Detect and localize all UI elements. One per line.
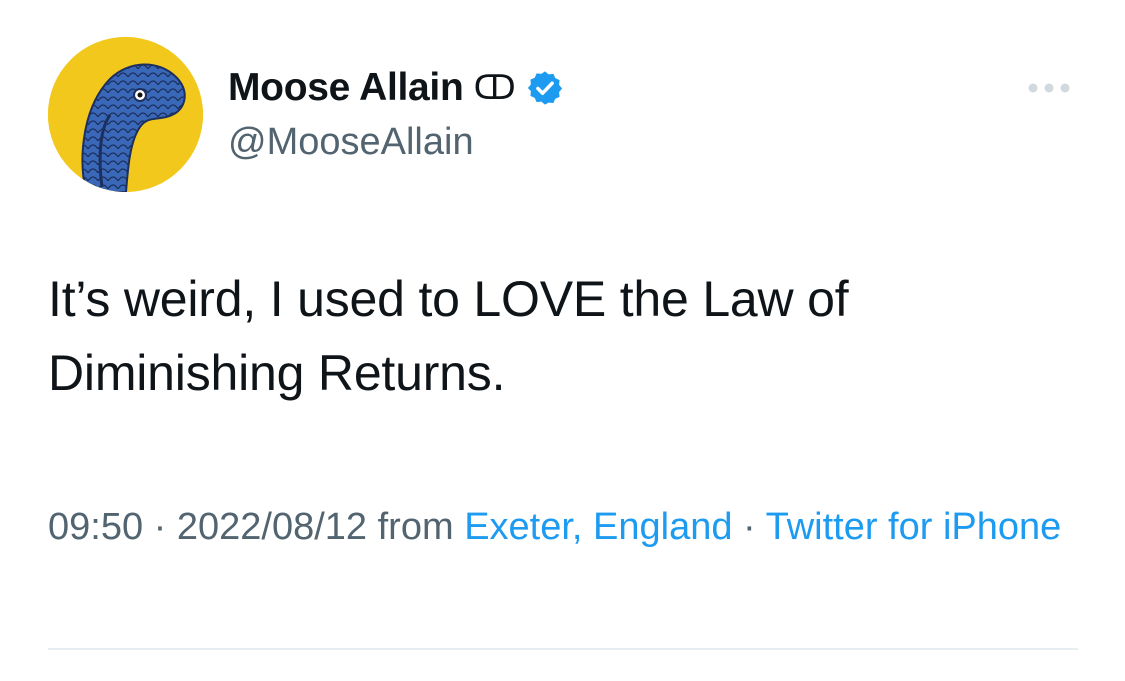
- name-glyphs: ↀ: [473, 68, 516, 108]
- tweet-text: It’s weird, I used to LOVE the Law of Di…: [48, 271, 849, 401]
- divider: [48, 648, 1078, 650]
- meta-separator: ·: [143, 506, 177, 548]
- more-horizontal-icon[interactable]: [1024, 76, 1074, 100]
- tweet-header: Moose Allain ↀ @MooseAllain: [228, 62, 564, 170]
- tweet-card: Moose Allain ↀ @MooseAllain It’s weird, …: [0, 0, 1125, 681]
- verified-badge-icon: [527, 71, 562, 105]
- avatar[interactable]: [48, 37, 203, 192]
- handle[interactable]: @MooseAllain: [228, 114, 564, 170]
- name-row: Moose Allain ↀ: [228, 62, 564, 114]
- from-label: from: [367, 506, 465, 548]
- meta-separator: ·: [732, 506, 766, 548]
- location-link[interactable]: Exeter, England: [464, 506, 732, 548]
- tweet-date[interactable]: 2022/08/12: [177, 506, 367, 548]
- bird-avatar-icon: [48, 37, 203, 192]
- tweet-time[interactable]: 09:50: [48, 506, 143, 548]
- tweet-meta: 09:50 · 2022/08/12 from Exeter, England …: [48, 498, 1088, 556]
- source-link[interactable]: Twitter for iPhone: [766, 506, 1062, 548]
- display-name[interactable]: Moose Allain: [228, 62, 464, 114]
